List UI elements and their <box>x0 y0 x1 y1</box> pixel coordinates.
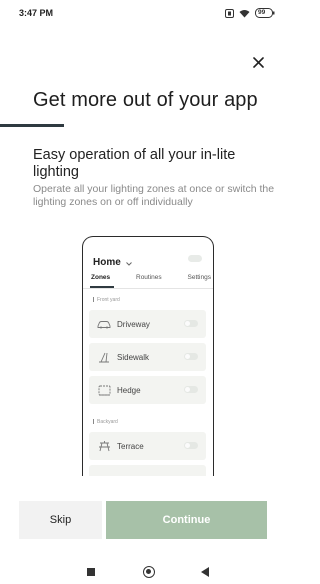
mockup-zone-toggle <box>184 353 198 360</box>
continue-button[interactable]: Continue <box>106 501 267 539</box>
status-bar: 3:47 PM 99 <box>0 0 285 26</box>
back-icon[interactable] <box>201 567 209 577</box>
car-icon <box>97 318 111 330</box>
mockup-zone-toggle <box>184 386 198 393</box>
mockup-zone-row: Hedge <box>89 376 206 404</box>
mockup-divider <box>83 288 213 289</box>
status-icons: 99 <box>225 8 275 18</box>
mockup-zone-label: Terrace <box>117 441 144 451</box>
mockup-header: Home <box>93 253 132 271</box>
close-icon[interactable] <box>252 55 264 73</box>
mockup-zone-label: Hedge <box>117 385 141 395</box>
mockup-zone-row: Driveway <box>89 310 206 338</box>
path-icon <box>97 351 111 363</box>
mockup-tab-routines: Routines <box>136 274 162 281</box>
mockup-section-label: Backyard <box>93 419 118 425</box>
battery-level: 99 <box>258 9 266 16</box>
battery-icon: 99 <box>255 8 275 18</box>
mockup-zone-label: Sidewalk <box>117 352 150 362</box>
mockup-master-toggle <box>188 255 202 262</box>
mockup-zone-label: Driveway <box>117 319 150 329</box>
mockup-zone-row-partial <box>89 465 206 476</box>
page-title: Get more out of your app <box>33 89 258 111</box>
mockup-tabs: Zones Routines Settings <box>91 274 211 281</box>
wifi-icon <box>239 9 250 18</box>
phone-mockup: Home Zones Routines Settings Front yard … <box>82 236 214 476</box>
mockup-zone-toggle <box>184 320 198 327</box>
mockup-tab-settings: Settings <box>187 274 212 281</box>
mockup-section-label: Front yard <box>93 297 120 303</box>
mockup-zone-row: Sidewalk <box>89 343 206 371</box>
skip-button[interactable]: Skip <box>19 501 102 539</box>
title-accent-bar <box>0 124 64 127</box>
notification-icon <box>225 8 234 18</box>
hedge-icon <box>97 384 111 396</box>
feature-heading: Easy operation of all your in-lite light… <box>33 147 236 180</box>
mockup-zone-toggle <box>184 442 198 449</box>
recents-icon[interactable] <box>87 568 95 576</box>
home-icon[interactable] <box>143 566 155 578</box>
table-icon <box>97 440 111 452</box>
feature-description: Operate all your lighting zones at once … <box>33 183 275 208</box>
chevron-down-icon <box>125 253 132 271</box>
close-button[interactable] <box>248 54 268 74</box>
mockup-tab-zones: Zones <box>91 274 111 281</box>
status-time: 3:47 PM <box>19 8 54 18</box>
mockup-zone-row: Terrace <box>89 432 206 460</box>
mockup-home-label: Home <box>93 256 121 268</box>
system-nav-bar <box>0 558 285 584</box>
